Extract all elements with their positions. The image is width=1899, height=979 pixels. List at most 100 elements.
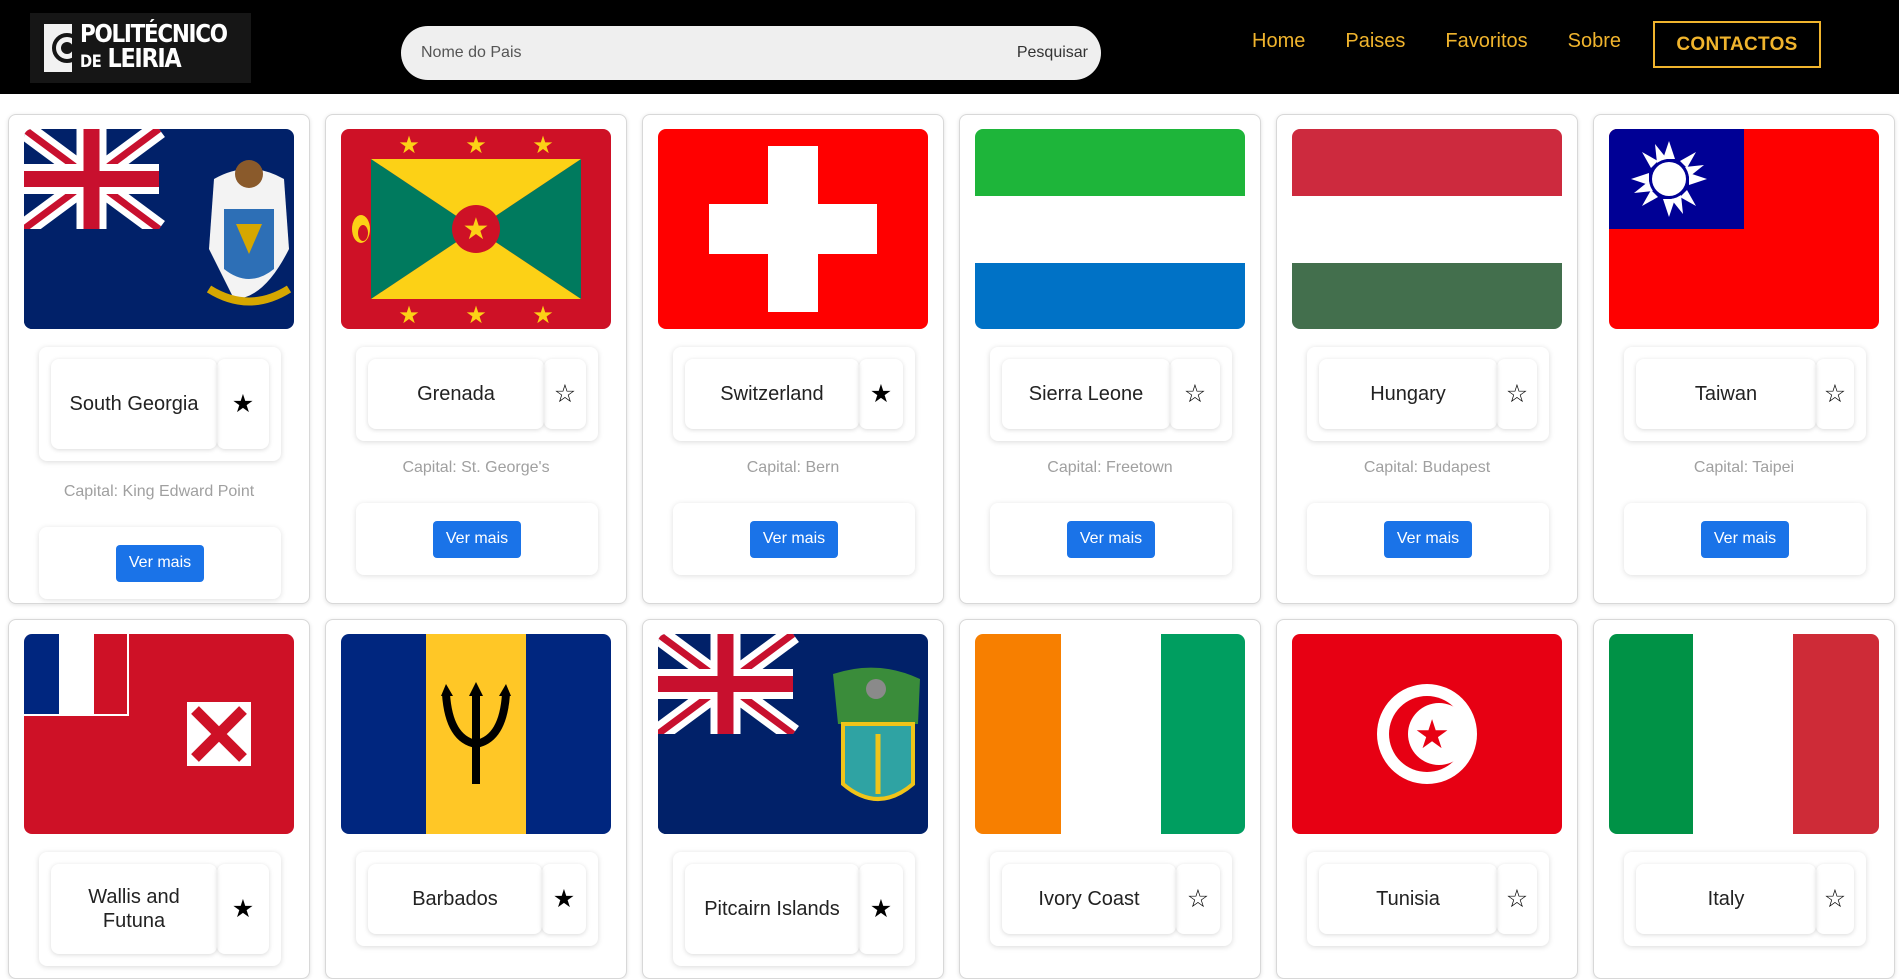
favorite-star-outline-icon[interactable]: ☆ (1170, 359, 1220, 429)
svg-text:★: ★ (398, 301, 420, 329)
favorite-star-outline-icon[interactable]: ☆ (1816, 864, 1854, 934)
svg-text:★: ★ (398, 131, 420, 159)
country-card: Pitcairn Islands ★ (642, 619, 944, 979)
ver-mais-container: Ver mais (356, 503, 598, 575)
nav-link-home[interactable]: Home (1252, 30, 1305, 53)
favorite-star-outline-icon[interactable]: ☆ (1176, 864, 1220, 934)
search-input[interactable] (401, 26, 1017, 80)
country-card: Taiwan ☆ Capital: Taipei Ver mais (1593, 114, 1895, 604)
svg-text:★: ★ (1414, 712, 1450, 758)
favorite-star-icon[interactable]: ★ (217, 864, 269, 954)
flag-image (24, 129, 294, 329)
flag-image: ★ (1292, 634, 1562, 834)
favorite-star-icon[interactable]: ★ (859, 359, 903, 429)
logo-line2-big: LEIRIA (107, 44, 182, 74)
country-card: Switzerland ★ Capital: Bern Ver mais (642, 114, 944, 604)
country-name: Taiwan (1636, 359, 1816, 429)
svg-text:★: ★ (532, 131, 554, 159)
country-card: Italy ☆ (1593, 619, 1895, 979)
country-name: Switzerland (685, 359, 859, 429)
country-card: South Georgia ★ Capital: King Edward Poi… (8, 114, 310, 604)
favorite-star-icon[interactable]: ★ (859, 864, 903, 954)
svg-text:★: ★ (465, 131, 487, 159)
country-name: Barbados (368, 864, 542, 934)
ver-mais-button[interactable]: Ver mais (1383, 520, 1473, 558)
country-card: ★ ★ ★ ★ ★ ★ ★ Grenada ☆ Capital: St. Geo… (325, 114, 627, 604)
capital-text: Capital: King Edward Point (63, 483, 255, 500)
country-name-box: Grenada ☆ (356, 347, 598, 441)
capital-text: Capital: Bern (746, 459, 840, 476)
country-name-box: Sierra Leone ☆ (990, 347, 1232, 441)
country-name-box: Taiwan ☆ (1624, 347, 1866, 441)
nav-link-paises[interactable]: Paises (1345, 30, 1405, 53)
nav-links: Home Paises Favoritos Sobre (1252, 30, 1661, 53)
ver-mais-container: Ver mais (39, 527, 281, 599)
country-name: Ivory Coast (1002, 864, 1176, 934)
country-name-box: Wallis and Futuna ★ (39, 852, 281, 966)
ver-mais-container: Ver mais (1307, 503, 1549, 575)
flag-image (658, 129, 928, 329)
country-name-box: Ivory Coast ☆ (990, 852, 1232, 946)
svg-text:★: ★ (532, 301, 554, 329)
ver-mais-container: Ver mais (673, 503, 915, 575)
capital-text: Capital: Taipei (1693, 459, 1795, 476)
nav-link-favoritos[interactable]: Favoritos (1445, 30, 1527, 53)
country-name-box: South Georgia ★ (39, 347, 281, 461)
logo-text: POLITÉCNICO DE LEIRIA (80, 19, 228, 75)
country-name: South Georgia (51, 359, 217, 449)
flag-image (1609, 129, 1879, 329)
country-card: Barbados ★ (325, 619, 627, 979)
logo-line1: POLITÉCNICO (80, 19, 228, 48)
country-name: Wallis and Futuna (51, 864, 217, 954)
favorite-star-icon[interactable]: ★ (542, 864, 586, 934)
country-name-box: Italy ☆ (1624, 852, 1866, 946)
flag-image (975, 129, 1245, 329)
country-card: ★ Tunisia ☆ (1276, 619, 1578, 979)
favorite-star-icon[interactable]: ★ (217, 359, 269, 449)
country-name: Italy (1636, 864, 1816, 934)
favorite-star-outline-icon[interactable]: ☆ (1816, 359, 1854, 429)
nav-link-sobre[interactable]: Sobre (1568, 30, 1621, 53)
ver-mais-button[interactable]: Ver mais (1700, 520, 1790, 558)
ver-mais-button[interactable]: Ver mais (1066, 520, 1156, 558)
flag-image (24, 634, 294, 834)
favorite-star-outline-icon[interactable]: ☆ (544, 359, 586, 429)
country-name: Hungary (1319, 359, 1497, 429)
svg-text:★: ★ (463, 212, 490, 247)
country-name-box: Pitcairn Islands ★ (673, 852, 915, 966)
contacts-button[interactable]: CONTACTOS (1653, 21, 1821, 68)
top-navbar: POLITÉCNICO DE LEIRIA Pesquisar Home Pai… (0, 0, 1899, 94)
logo-icon (44, 24, 82, 72)
flag-image: ★ ★ ★ ★ ★ ★ ★ (341, 129, 611, 329)
country-name-box: Hungary ☆ (1307, 347, 1549, 441)
capital-text: Capital: Budapest (1363, 459, 1491, 476)
flag-image (341, 634, 611, 834)
country-card: Sierra Leone ☆ Capital: Freetown Ver mai… (959, 114, 1261, 604)
ver-mais-button[interactable]: Ver mais (115, 544, 205, 582)
country-name: Pitcairn Islands (685, 864, 859, 954)
search-button[interactable]: Pesquisar (1017, 44, 1088, 62)
country-card: Hungary ☆ Capital: Budapest Ver mais (1276, 114, 1578, 604)
ver-mais-container: Ver mais (1624, 503, 1866, 575)
country-name: Tunisia (1319, 864, 1497, 934)
country-name-box: Barbados ★ (356, 852, 598, 946)
ver-mais-container: Ver mais (990, 503, 1232, 575)
country-name: Sierra Leone (1002, 359, 1170, 429)
favorite-star-outline-icon[interactable]: ☆ (1497, 359, 1537, 429)
search-bar: Pesquisar (401, 26, 1101, 80)
ver-mais-button[interactable]: Ver mais (749, 520, 839, 558)
site-logo[interactable]: POLITÉCNICO DE LEIRIA (30, 13, 251, 83)
logo-line2-small: DE (80, 52, 102, 72)
flag-image (1292, 129, 1562, 329)
flag-image (1609, 634, 1879, 834)
favorite-star-outline-icon[interactable]: ☆ (1497, 864, 1537, 934)
flag-image (975, 634, 1245, 834)
flag-image (658, 634, 928, 834)
country-card: Ivory Coast ☆ (959, 619, 1261, 979)
country-name: Grenada (368, 359, 544, 429)
capital-text: Capital: St. George's (402, 459, 550, 476)
country-name-box: Switzerland ★ (673, 347, 915, 441)
svg-text:★: ★ (465, 301, 487, 329)
ver-mais-button[interactable]: Ver mais (432, 520, 522, 558)
country-name-box: Tunisia ☆ (1307, 852, 1549, 946)
